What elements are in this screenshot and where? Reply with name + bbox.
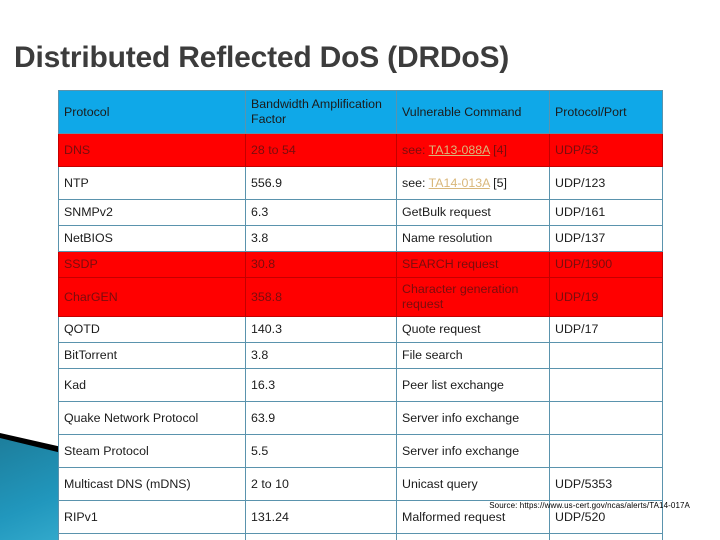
command-prefix: see: bbox=[402, 142, 429, 157]
cell-protocol-port: UDP/53 bbox=[549, 133, 663, 167]
cell-protocol-port bbox=[549, 368, 663, 402]
column-header-protocol: Protocol bbox=[58, 90, 246, 134]
amplification-factor-table: Protocol Bandwidth Amplification Factor … bbox=[58, 90, 663, 540]
cell-amplification-factor: 556.9 bbox=[245, 166, 397, 200]
cell-amplification-factor: 358.8 bbox=[245, 277, 397, 317]
cell-protocol: SSDP bbox=[58, 251, 246, 278]
alert-link[interactable]: TA14-013A bbox=[429, 176, 490, 190]
cell-protocol-port: UDP/161 bbox=[549, 199, 663, 226]
slide-canvas: Distributed Reflected DoS (DRDoS) Protoc… bbox=[0, 0, 720, 540]
cell-protocol: NTP bbox=[58, 166, 246, 200]
cell-vulnerable-command: File search bbox=[396, 342, 550, 369]
cell-amplification-factor: 7 to 28 bbox=[245, 533, 397, 540]
table-row: Multicast DNS (mDNS) 2 to 10 Unicast query… bbox=[58, 467, 663, 501]
cell-protocol: Quake Network Protocol bbox=[58, 401, 246, 435]
cell-vulnerable-command: Quote request bbox=[396, 316, 550, 343]
table-row: DNS 28 to 54 see: TA13-088A [4] UDP/53 bbox=[58, 133, 663, 167]
table-row: Kad 16.3 Peer list exchange bbox=[58, 368, 663, 402]
cell-vulnerable-command: Name resolution bbox=[396, 225, 550, 252]
cell-protocol: NetBIOS bbox=[58, 225, 246, 252]
cell-vulnerable-command: see: TA13-088A [4] bbox=[396, 133, 550, 167]
cell-protocol-port: UDP/19 bbox=[549, 277, 663, 317]
table-header: Protocol Bandwidth Amplification Factor … bbox=[58, 90, 663, 134]
cell-amplification-factor: 30.8 bbox=[245, 251, 397, 278]
cell-protocol: Portmap (RPCbind) bbox=[58, 533, 246, 540]
table-row: QOTD 140.3 Quote request UDP/17 bbox=[58, 316, 663, 343]
table-row: Steam Protocol 5.5 Server info exchange bbox=[58, 434, 663, 468]
cell-amplification-factor: 140.3 bbox=[245, 316, 397, 343]
cell-amplification-factor: 28 to 54 bbox=[245, 133, 397, 167]
cell-vulnerable-command: Server info exchange bbox=[396, 401, 550, 435]
cell-protocol-port: UDP/111 bbox=[549, 533, 663, 540]
table-row: Portmap (RPCbind)7 to 28Malformed reques… bbox=[58, 533, 663, 540]
cell-amplification-factor: 16.3 bbox=[245, 368, 397, 402]
table-row: CharGEN 358.8 Character generation request… bbox=[58, 277, 663, 317]
cell-vulnerable-command: see: TA14-013A [5] bbox=[396, 166, 550, 200]
table-row: Quake Network Protocol 63.9 Server info ex… bbox=[58, 401, 663, 435]
cell-protocol-port: UDP/1900 bbox=[549, 251, 663, 278]
cell-amplification-factor: 63.9 bbox=[245, 401, 397, 435]
column-header-protocol-port: Protocol/Port bbox=[549, 90, 663, 134]
cell-protocol-port: UDP/5353 bbox=[549, 467, 663, 501]
cell-amplification-factor: 3.8 bbox=[245, 225, 397, 252]
table-body: DNS 28 to 54 see: TA13-088A [4] UDP/53 NTP 55… bbox=[58, 133, 663, 540]
cell-protocol: BitTorrent bbox=[58, 342, 246, 369]
cell-protocol-port bbox=[549, 401, 663, 435]
cell-amplification-factor: 6.3 bbox=[245, 199, 397, 226]
cell-protocol: Kad bbox=[58, 368, 246, 402]
table-row: BitTorrent 3.8 File search bbox=[58, 342, 663, 369]
cell-amplification-factor: 3.8 bbox=[245, 342, 397, 369]
table-row: SSDP 30.8 SEARCH request UDP/1900 bbox=[58, 251, 663, 278]
cell-vulnerable-command: Peer list exchange bbox=[396, 368, 550, 402]
slide-title: Distributed Reflected DoS (DRDoS) bbox=[14, 41, 510, 74]
cell-protocol-port: UDP/17 bbox=[549, 316, 663, 343]
column-header-vulnerable-command: Vulnerable Command bbox=[396, 90, 550, 134]
table-row: NetBIOS 3.8 Name resolution UDP/137 bbox=[58, 225, 663, 252]
table-row: NTP 556.9 see: TA14-013A [5] UDP/123 bbox=[58, 166, 663, 200]
cell-protocol: CharGEN bbox=[58, 277, 246, 317]
cell-protocol: Multicast DNS (mDNS) bbox=[58, 467, 246, 501]
cell-vulnerable-command: Malformed request bbox=[396, 533, 550, 540]
source-caption: Source: https://www.us-cert.gov/ncas/ale… bbox=[489, 501, 690, 510]
cell-vulnerable-command: SEARCH request bbox=[396, 251, 550, 278]
cell-protocol: SNMPv2 bbox=[58, 199, 246, 226]
table-row: SNMPv2 6.3 GetBulk request UDP/161 bbox=[58, 199, 663, 226]
amplification-table-container: Protocol Bandwidth Amplification Factor … bbox=[58, 90, 663, 540]
cell-vulnerable-command: Unicast query bbox=[396, 467, 550, 501]
cell-protocol-port: UDP/123 bbox=[549, 166, 663, 200]
cell-protocol: Steam Protocol bbox=[58, 434, 246, 468]
cell-amplification-factor: 5.5 bbox=[245, 434, 397, 468]
command-reference-number: [4] bbox=[489, 142, 507, 157]
command-prefix: see: bbox=[402, 175, 429, 190]
cell-protocol: DNS bbox=[58, 133, 246, 167]
cell-protocol-port: UDP/137 bbox=[549, 225, 663, 252]
cell-amplification-factor: 2 to 10 bbox=[245, 467, 397, 501]
column-header-bandwidth-amplification-factor: Bandwidth Amplification Factor bbox=[245, 90, 397, 134]
cell-vulnerable-command: Character generation request bbox=[396, 277, 550, 317]
command-reference-number: [5] bbox=[489, 175, 507, 190]
cell-protocol-port bbox=[549, 434, 663, 468]
cell-protocol-port bbox=[549, 342, 663, 369]
cell-protocol: QOTD bbox=[58, 316, 246, 343]
cell-vulnerable-command: GetBulk request bbox=[396, 199, 550, 226]
table-header-row: Protocol Bandwidth Amplification Factor … bbox=[58, 90, 663, 134]
alert-link[interactable]: TA13-088A bbox=[429, 143, 490, 157]
cell-vulnerable-command: Server info exchange bbox=[396, 434, 550, 468]
